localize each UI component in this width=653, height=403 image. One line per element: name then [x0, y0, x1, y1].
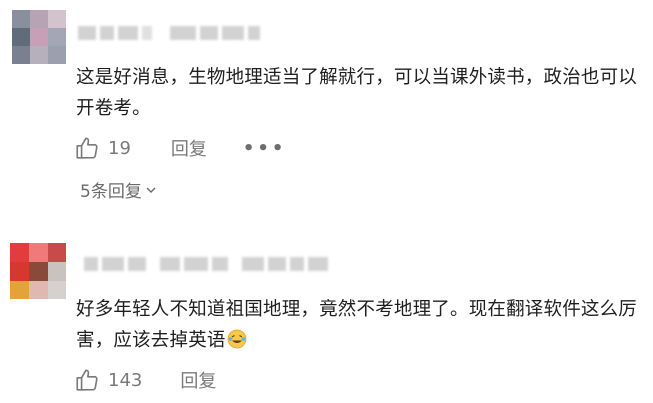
username-blurred[interactable] [78, 22, 260, 44]
chevron-down-icon [146, 187, 156, 193]
comment-text: 好多年轻人不知道祖国地理，竟然不考地理了。现在翻译软件这么厉害，应该去掉英语 [76, 294, 642, 356]
more-icon[interactable]: ••• [243, 138, 287, 159]
like-count: 19 [108, 137, 131, 159]
comment-text-content: 好多年轻人不知道祖国地理，竟然不考地理了。现在翻译软件这么厉害，应该去掉英语 [76, 299, 638, 351]
reply-button[interactable]: 回复 [171, 135, 207, 161]
thumbs-up-icon [76, 137, 98, 159]
laughing-crying-emoji [227, 329, 247, 349]
comment-actions: 19 回复 ••• [74, 134, 286, 162]
comment-actions: 143 回复 [74, 366, 216, 394]
like-button[interactable]: 143 [74, 367, 142, 393]
username-blurred[interactable] [84, 253, 328, 275]
like-count: 143 [108, 369, 143, 391]
like-button[interactable]: 19 [74, 135, 131, 161]
thumbs-up-icon [76, 369, 98, 391]
comment-text: 这是好消息，生物地理适当了解就行，可以当课外读书，政治也可以开卷考。 [76, 67, 638, 119]
reply-button[interactable]: 回复 [180, 367, 216, 393]
comment-2: 好多年轻人不知道祖国地理，竟然不考地理了。现在翻译软件这么厉害，应该去掉英语 1… [0, 205, 653, 403]
replies-label: 5条回复 [80, 182, 142, 202]
avatar[interactable] [12, 10, 66, 64]
view-replies-link[interactable]: 5条回复 [80, 177, 157, 202]
comment-1: 这是好消息，生物地理适当了解就行，可以当课外读书，政治也可以开卷考。 19 回复… [0, 0, 653, 205]
avatar[interactable] [10, 243, 66, 299]
